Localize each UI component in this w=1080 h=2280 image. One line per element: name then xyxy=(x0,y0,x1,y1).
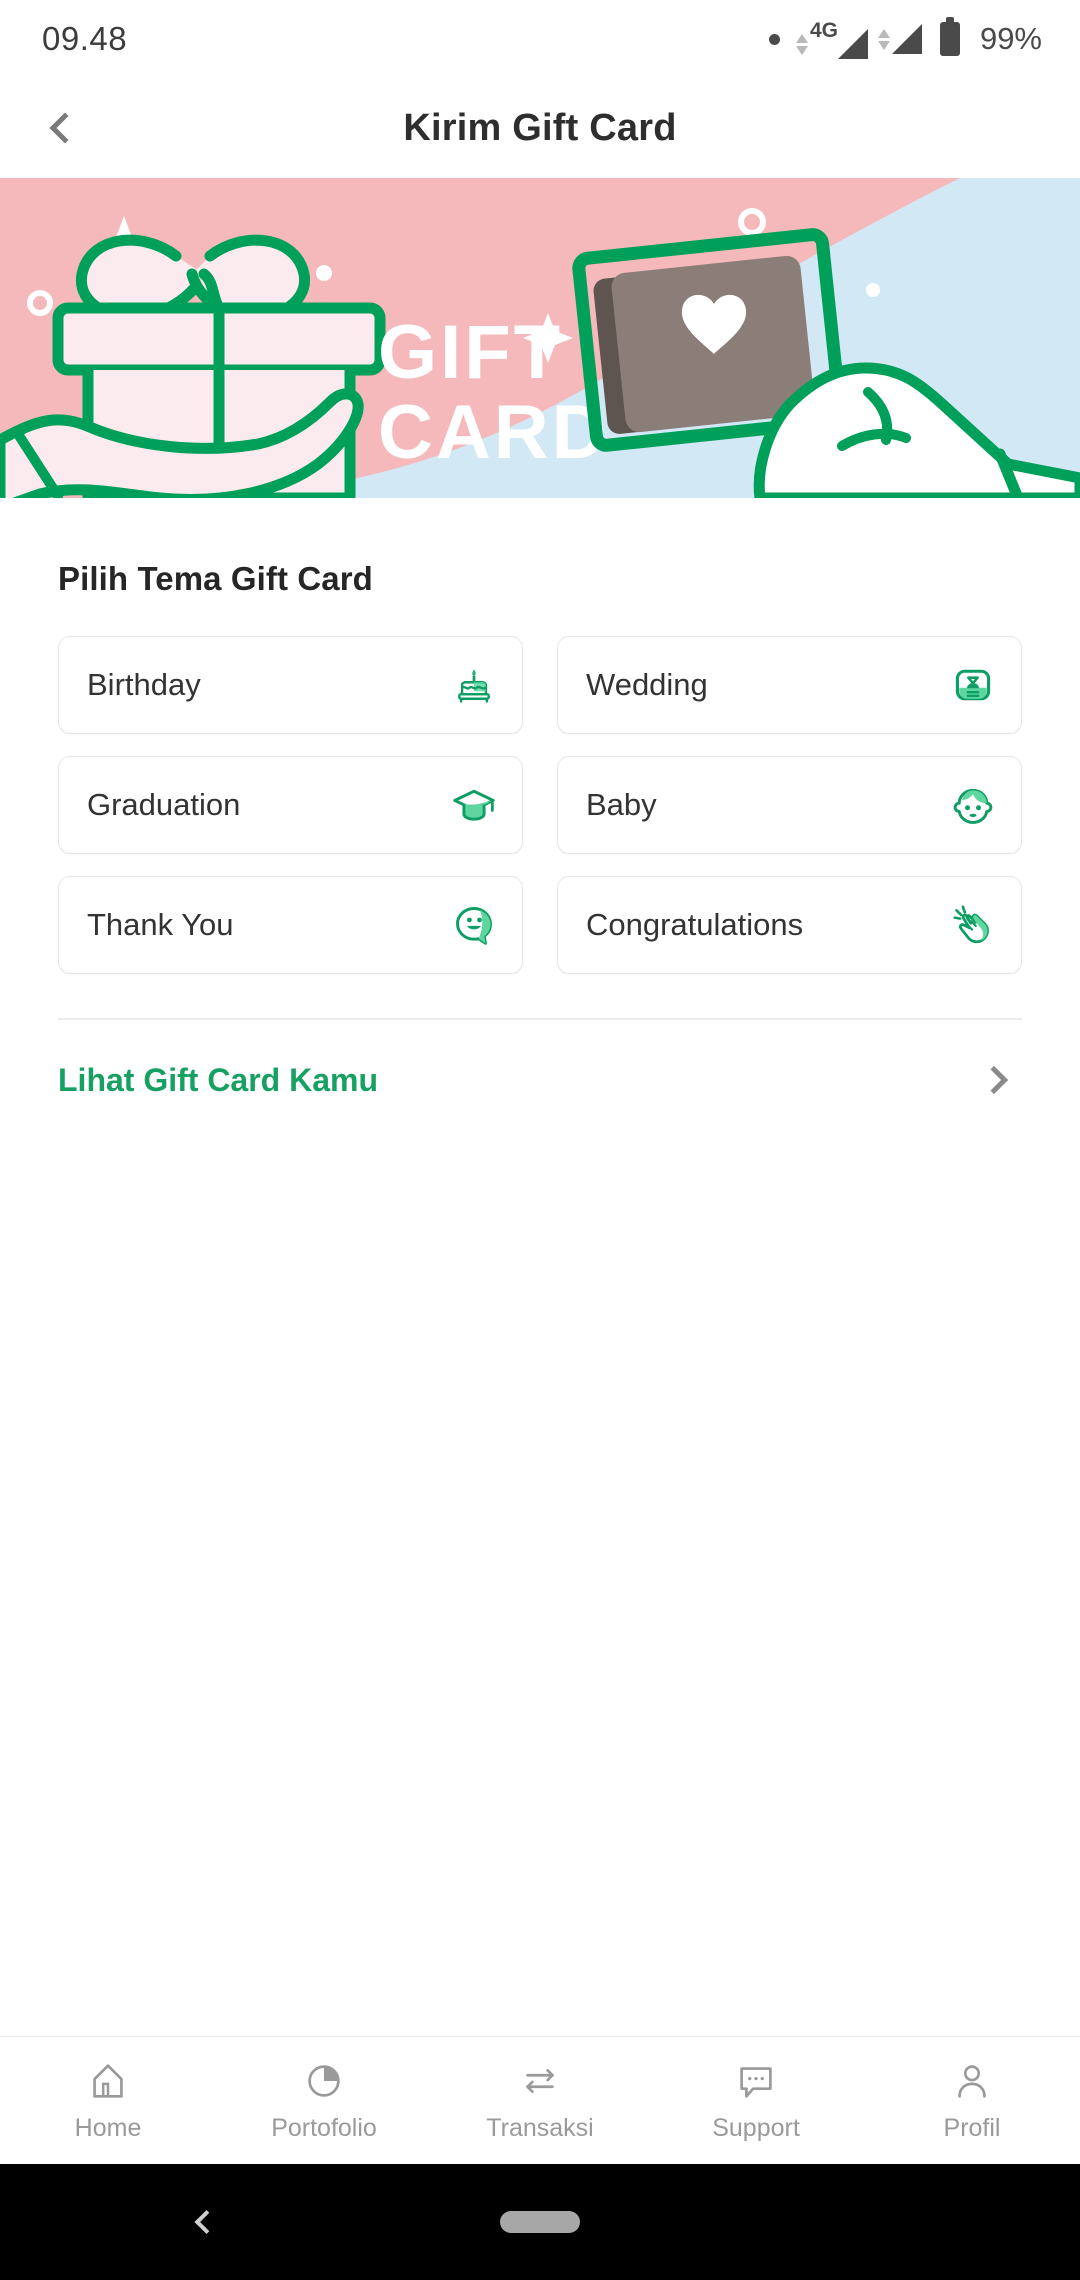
nav-label: Profil xyxy=(943,2114,1001,2142)
nav-item-profil[interactable]: Profil xyxy=(864,2058,1080,2143)
theme-card-thank-you[interactable]: Thank You xyxy=(58,876,523,974)
graduation-cap-icon xyxy=(452,783,496,827)
theme-card-wedding[interactable]: Wedding xyxy=(557,636,1022,734)
status-icons: 4G 99% xyxy=(768,17,1042,59)
battery-percent-label: 99% xyxy=(979,21,1042,56)
banner-headline-line2: CARD xyxy=(378,390,610,475)
contact-card-icon xyxy=(951,663,995,707)
signal-group-2 xyxy=(877,24,922,54)
view-your-gift-cards-link[interactable]: Lihat Gift Card Kamu xyxy=(58,1020,1022,1099)
section-title: Pilih Tema Gift Card xyxy=(58,560,373,597)
app-root: 09.48 4G 99% Kirim Gift Card GIFT CARD P… xyxy=(0,0,1080,2280)
signal-bars-icon xyxy=(891,24,922,54)
nav-item-home[interactable]: Home xyxy=(0,2058,216,2143)
link-label: Lihat Gift Card Kamu xyxy=(58,1061,379,1098)
banner-headline-line1: GIFT xyxy=(378,310,563,395)
theme-label: Graduation xyxy=(87,787,241,822)
theme-label: Congratulations xyxy=(586,907,804,942)
system-navigation-bar xyxy=(0,2164,1080,2280)
nav-label: Support xyxy=(712,2114,800,2142)
main-content: Pilih Tema Gift Card Birthday Wedding Gr… xyxy=(0,498,1080,2036)
nav-label: Portofolio xyxy=(271,2114,377,2142)
nav-label: Home xyxy=(74,2114,142,2142)
status-time: 09.48 xyxy=(42,20,128,57)
signal-bars-icon xyxy=(837,29,868,59)
theme-card-congratulations[interactable]: Congratulations xyxy=(557,876,1022,974)
dot-icon xyxy=(768,33,780,45)
person-icon xyxy=(949,2058,995,2104)
page-header: Kirim Gift Card xyxy=(0,78,1080,178)
nav-item-portofolio[interactable]: Portofolio xyxy=(216,2058,432,2143)
network-type-label: 4G xyxy=(809,19,838,42)
gift-card-hands-illustration: GIFT CARD xyxy=(0,178,1080,498)
chevron-left-icon xyxy=(49,112,81,144)
theme-label: Wedding xyxy=(586,667,708,702)
theme-card-birthday[interactable]: Birthday xyxy=(58,636,523,734)
smiley-chat-bubble-icon xyxy=(452,903,496,947)
nav-label: Transaksi xyxy=(486,2114,594,2142)
data-arrows-icon: 4G xyxy=(795,19,868,59)
gift-card-banner: GIFT CARD xyxy=(0,178,1080,498)
birthday-cake-icon xyxy=(452,663,496,707)
nav-item-transaksi[interactable]: Transaksi xyxy=(432,2058,648,2143)
clapping-hands-icon xyxy=(951,903,995,947)
theme-label: Thank You xyxy=(87,907,234,942)
transfer-arrows-icon xyxy=(517,2058,563,2104)
battery-icon xyxy=(939,17,960,56)
theme-label: Baby xyxy=(586,787,657,822)
back-button[interactable] xyxy=(30,96,94,160)
theme-card-baby[interactable]: Baby xyxy=(557,756,1022,854)
nav-item-support[interactable]: Support xyxy=(648,2058,864,2143)
chevron-right-icon xyxy=(979,1065,1009,1095)
status-bar: 09.48 4G 99% xyxy=(0,0,1080,78)
theme-grid: Birthday Wedding Graduation Baby Thank Y… xyxy=(58,636,1022,974)
system-back-icon[interactable] xyxy=(194,2209,219,2235)
page-title: Kirim Gift Card xyxy=(403,106,677,149)
pie-chart-icon xyxy=(301,2058,347,2104)
home-icon xyxy=(85,2058,131,2104)
chat-bubble-icon xyxy=(733,2058,779,2104)
bottom-navigation: Home Portofolio Transaksi Support Profil xyxy=(0,2036,1080,2164)
theme-label: Birthday xyxy=(87,667,201,702)
home-pill-indicator[interactable] xyxy=(500,2211,580,2233)
theme-card-graduation[interactable]: Graduation xyxy=(58,756,523,854)
baby-face-icon xyxy=(951,783,995,827)
